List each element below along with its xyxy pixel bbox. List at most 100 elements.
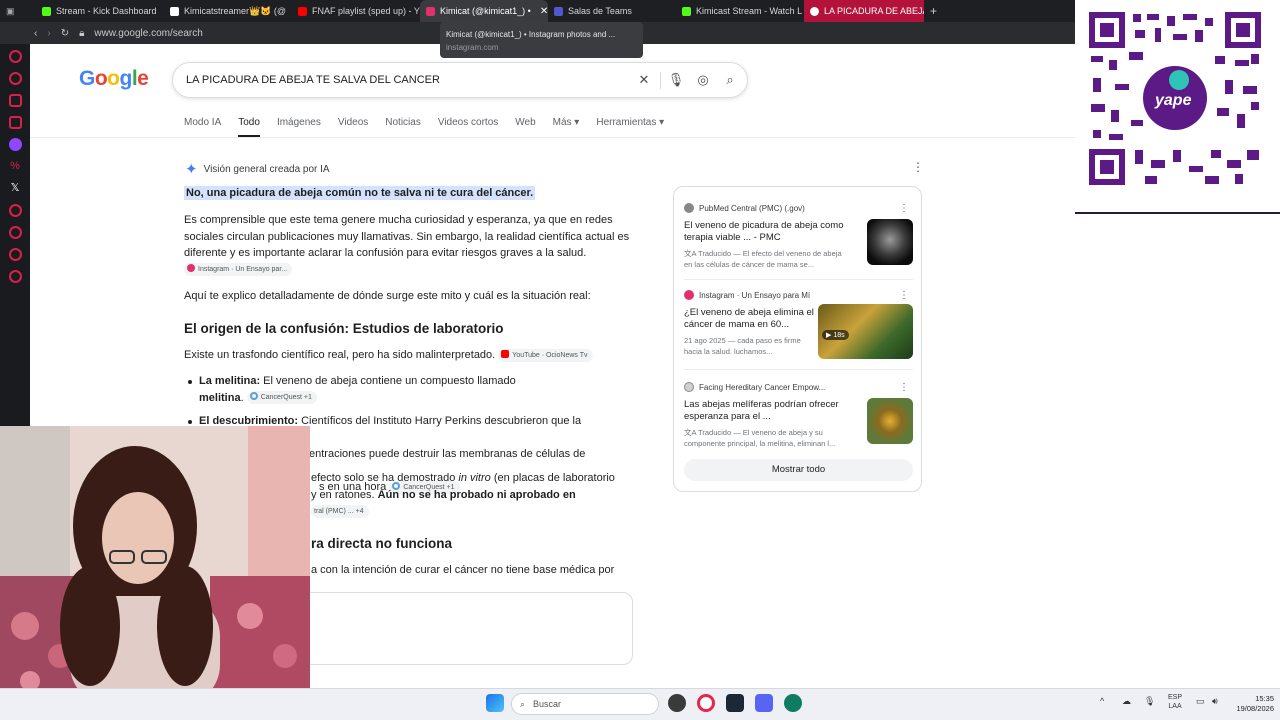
tab-label: Kimicast Stream - Watch L <box>696 6 803 16</box>
direct-paragraph: a con la intención de curar el cáncer no… <box>311 564 615 576</box>
more-options-icon[interactable]: ⋮ <box>899 382 909 393</box>
follow-up-input[interactable] <box>300 592 633 665</box>
bullet <box>188 420 192 424</box>
source-title[interactable]: ¿El veneno de abeja elimina el cáncer de… <box>684 307 814 331</box>
tab-noticias[interactable]: Noticias <box>385 117 421 138</box>
clear-icon[interactable]: ✕ <box>635 71 653 89</box>
clock[interactable]: 15:35 19/08/2026 <box>1226 694 1274 714</box>
source-chip-cancerquest[interactable]: CancerQuest +1 <box>246 391 317 405</box>
cell-image-thumbnail[interactable] <box>867 219 913 265</box>
taskbar-search[interactable]: ⌕ Buscar <box>511 693 659 715</box>
source-card-instagram[interactable]: Instagram · Un Ensayo para Mí ¿El veneno… <box>684 290 913 359</box>
bullet-text: (en placas de laboratorio <box>490 472 615 484</box>
webcam-overlay <box>0 426 310 705</box>
more-options-icon[interactable]: ⋮ <box>912 160 924 174</box>
source-chip-youtube[interactable]: YouTube · OcioNews Tv <box>498 348 593 362</box>
sparkle-icon: ✦ <box>185 161 198 178</box>
tab-kick-dashboard[interactable]: Stream - Kick Dashboard <box>36 0 164 22</box>
source-chip-pmc[interactable]: tral (PMC) ... +4 <box>311 504 369 518</box>
forward-icon[interactable]: › <box>47 28 50 39</box>
close-tab-icon[interactable]: ✕ <box>540 6 548 17</box>
header-divider <box>30 137 1075 138</box>
search-input[interactable] <box>186 74 626 86</box>
plus-icon[interactable]: + <box>930 4 937 18</box>
tab-imagenes[interactable]: Imágenes <box>277 117 321 138</box>
show-all-button[interactable]: Mostrar todo <box>684 459 913 481</box>
chevron-up-icon[interactable]: ^ <box>1100 696 1104 706</box>
volume-icon[interactable]: 🔊︎ <box>1212 696 1218 707</box>
language-indicator[interactable]: ESP LAA <box>1168 693 1182 711</box>
tab-videos-cortos[interactable]: Videos cortos <box>438 117 498 138</box>
obs-icon[interactable] <box>668 694 686 712</box>
clock-time: 15:35 <box>1255 694 1274 703</box>
source-title[interactable]: El veneno de picadura de abeja como tera… <box>684 220 849 244</box>
back-icon[interactable]: ‹ <box>34 28 37 39</box>
bee-image-thumbnail[interactable] <box>867 398 913 444</box>
tab-label: Kimicat (@kimicat1_) • <box>440 6 531 16</box>
streamer-webcam-image <box>0 426 310 705</box>
more-options-icon[interactable]: ⋮ <box>899 290 909 301</box>
url-field[interactable]: www.google.com/search <box>94 28 202 39</box>
discord-icon[interactable] <box>755 694 773 712</box>
more-options-icon[interactable]: ⋮ <box>899 203 909 214</box>
section-heading-direct: ra directa no funciona <box>311 536 453 551</box>
tab-kimicatstreamer[interactable]: Kimicatstreamer👑🐱 (@ <box>164 0 292 22</box>
google-logo[interactable]: Google <box>79 67 149 91</box>
bullet-bold: melitina <box>199 391 241 404</box>
tab-kimicast-stream[interactable]: Kimicast Stream - Watch L <box>676 0 804 22</box>
opera-icon[interactable] <box>697 694 715 712</box>
extensions-icon[interactable] <box>8 248 22 261</box>
paragraph-text: Existe un trasfondo científico real, per… <box>184 349 496 361</box>
twitch-icon[interactable] <box>8 138 22 151</box>
site-name: Facing Hereditary Cancer Empow... <box>699 382 826 392</box>
section-heading-origin: El origen de la confusión: Estudios de l… <box>184 321 504 336</box>
percent-icon[interactable]: % <box>9 160 22 173</box>
source-card-facing[interactable]: Facing Hereditary Cancer Empow... Las ab… <box>684 382 913 449</box>
steam-icon[interactable] <box>726 694 744 712</box>
tab-salas-de-teams[interactable]: Salas de Teams <box>548 0 676 22</box>
bullet-bold: Aún no se ha probado ni aprobado en <box>377 488 576 501</box>
youtube-icon <box>501 349 510 358</box>
settings-icon[interactable] <box>8 270 22 283</box>
tab-videos[interactable]: Videos <box>338 117 368 138</box>
windows-start-icon[interactable] <box>486 694 504 712</box>
downloads-icon[interactable] <box>8 226 22 239</box>
tab-menu-icon[interactable]: ▣ <box>6 6 15 17</box>
history-icon[interactable] <box>8 204 22 217</box>
search-icon: ⌕ <box>520 698 526 709</box>
video-thumbnail[interactable]: ▶ 18s <box>818 304 913 359</box>
tab-fnaf-playlist[interactable]: FNAF playlist (sped up) - Y <box>292 0 420 22</box>
microphone-icon[interactable]: 🎙︎ <box>1144 696 1155 707</box>
tab-todo[interactable]: Todo <box>238 117 260 138</box>
window-controls[interactable]: ▣ <box>0 0 36 22</box>
aria-icon[interactable] <box>8 72 22 85</box>
source-snippet: 文A Traducido — El efecto del veneno de a… <box>684 248 852 270</box>
opera-icon[interactable] <box>8 50 22 63</box>
instagram-icon <box>187 264 195 273</box>
messenger-icon[interactable] <box>8 116 22 129</box>
x-icon[interactable]: 𝕏 <box>9 182 22 195</box>
tab-mas[interactable]: Más ▾ <box>553 117 580 138</box>
microphone-icon[interactable]: 🎙︎ <box>667 71 685 89</box>
new-tab-button[interactable]: + <box>924 0 944 22</box>
reload-icon[interactable]: ↻ <box>61 28 69 39</box>
tab-google-search[interactable]: LA PICADURA DE ABEJA T <box>804 0 924 22</box>
search-icon[interactable]: ⌕ <box>721 71 739 89</box>
tab-kimicat-instagram[interactable]: Kimicat (@kimicat1_) • ✕ <box>420 0 548 22</box>
source-card-pmc[interactable]: PubMed Central (PMC) (.gov) El veneno de… <box>684 203 913 270</box>
ai-paragraph-1: Es comprensible que este tema genere muc… <box>184 212 634 278</box>
site-name: PubMed Central (PMC) (.gov) <box>699 203 805 213</box>
tab-web[interactable]: Web <box>515 117 535 138</box>
kick-icon <box>42 6 51 16</box>
lens-icon[interactable]: ◎ <box>694 71 712 89</box>
music-player-icon[interactable] <box>8 94 22 107</box>
source-title[interactable]: Las abejas melíferas podrían ofrecer esp… <box>684 399 849 423</box>
network-icon[interactable]: ☁︎ <box>1122 696 1131 707</box>
pmc-icon <box>684 203 694 213</box>
tab-herramientas[interactable]: Herramientas ▾ <box>596 117 664 138</box>
edge-icon[interactable] <box>784 694 802 712</box>
tab-modo-ia[interactable]: Modo IA <box>184 117 221 138</box>
lang-primary: ESP <box>1168 694 1183 701</box>
monitor-icon[interactable]: ▭ <box>1196 696 1205 707</box>
source-chip-instagram[interactable]: Instagram · Un Ensayo par... <box>184 263 293 277</box>
